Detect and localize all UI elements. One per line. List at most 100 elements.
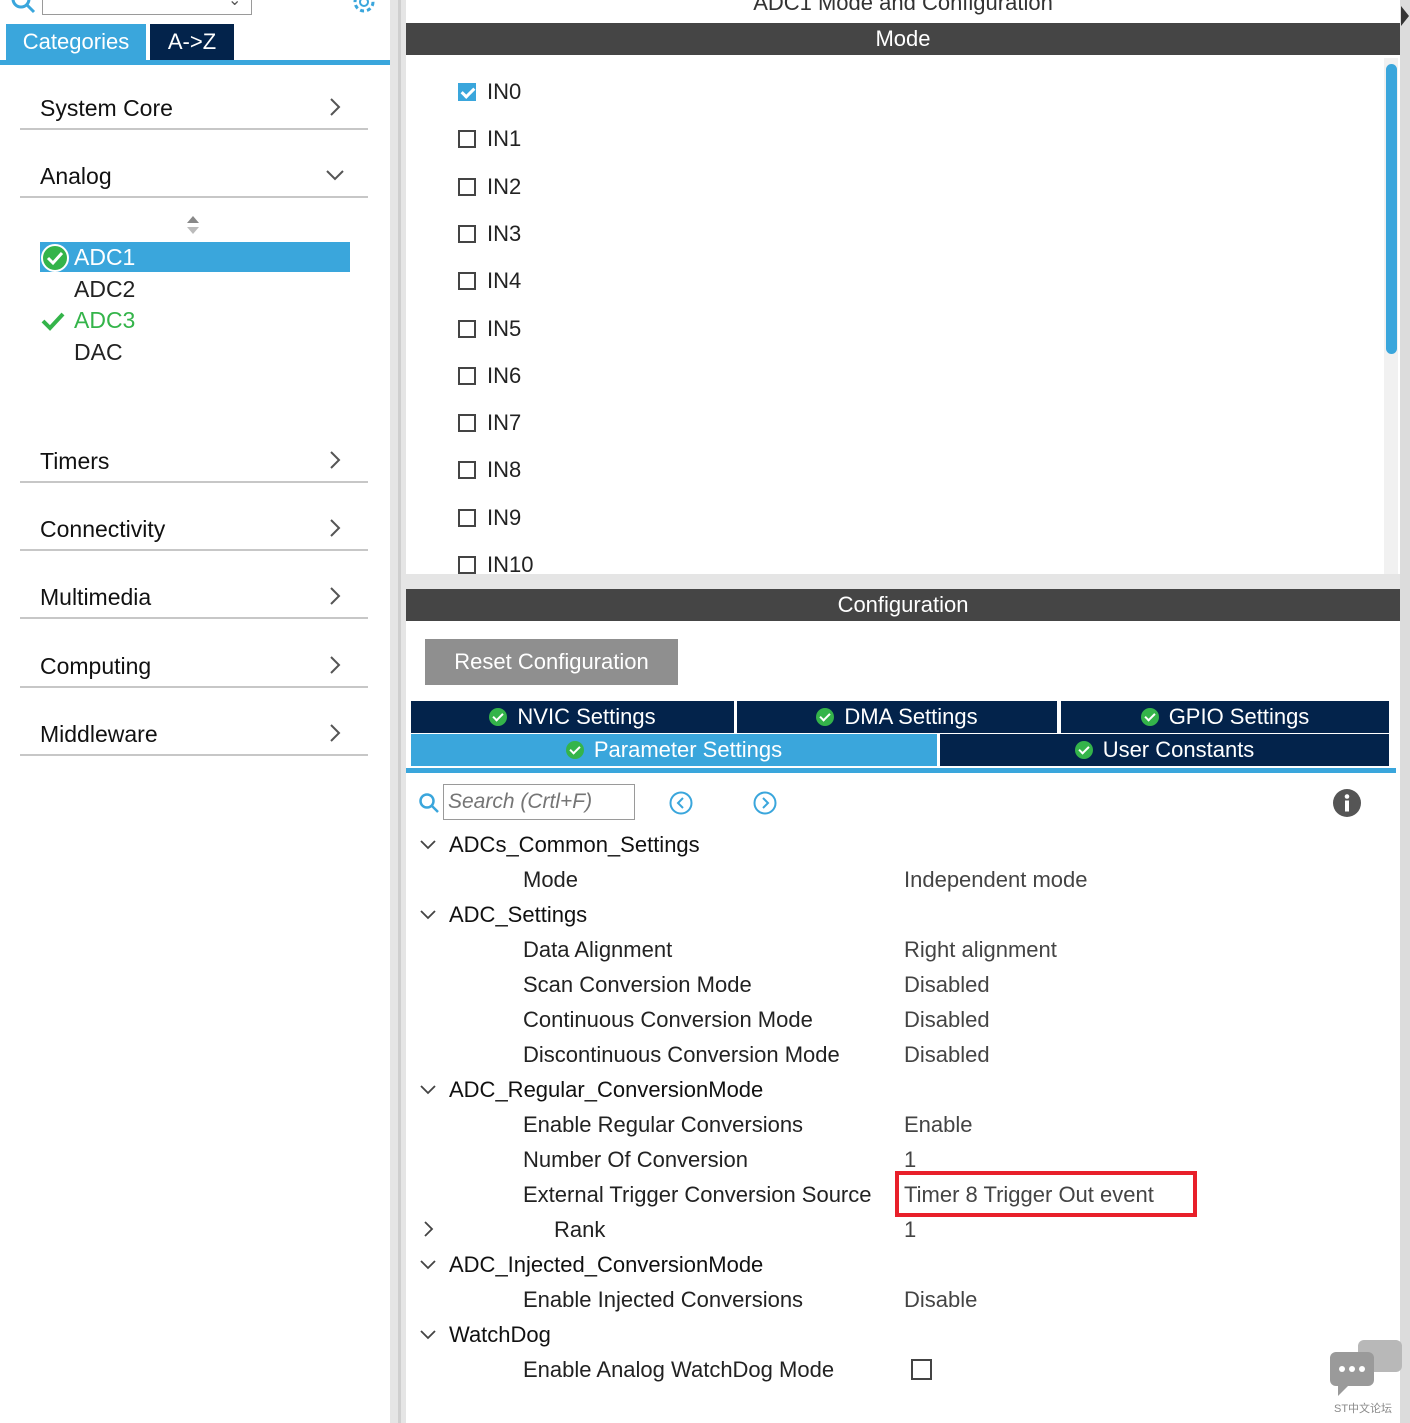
channel-checkbox[interactable] xyxy=(458,366,476,385)
param-value[interactable]: 1 xyxy=(904,1217,916,1243)
sort-icon[interactable] xyxy=(184,214,202,241)
category-search-input[interactable] xyxy=(42,0,252,15)
tab-label: NVIC Settings xyxy=(517,704,656,729)
param-row[interactable]: Enable Injected Conversions Disable xyxy=(406,1283,1396,1318)
category-middleware[interactable]: Middleware xyxy=(20,708,368,756)
gear-icon[interactable] xyxy=(350,0,378,21)
next-match-icon[interactable] xyxy=(752,790,778,821)
chevron-right-icon xyxy=(330,519,341,537)
category-analog[interactable]: Analog xyxy=(20,150,368,198)
param-value[interactable]: 1 xyxy=(904,1147,916,1173)
parameter-search-input[interactable] xyxy=(443,784,635,820)
category-multimedia[interactable]: Multimedia xyxy=(20,571,368,619)
category-connectivity[interactable]: Connectivity xyxy=(20,503,368,551)
check-icon xyxy=(40,310,66,337)
list-item-dac[interactable]: DAC xyxy=(74,337,123,367)
chevron-right-icon xyxy=(330,587,341,605)
category-timers[interactable]: Timers xyxy=(20,435,368,483)
mode-header: Mode xyxy=(406,23,1400,55)
channel-checkbox[interactable] xyxy=(458,508,476,527)
category-system-core[interactable]: System Core xyxy=(20,82,368,130)
channel-checkbox[interactable] xyxy=(458,224,476,243)
param-row[interactable]: Continuous Conversion Mode Disabled xyxy=(406,1003,1396,1038)
channel-checkbox[interactable] xyxy=(458,414,476,433)
expand-right-icon[interactable] xyxy=(1401,6,1409,26)
tree-group-adc-injected-conversionmode[interactable]: ADC_Injected_ConversionMode xyxy=(406,1248,1396,1283)
tab-nvic-settings[interactable]: NVIC Settings xyxy=(411,701,734,733)
tab-label: User Constants xyxy=(1102,737,1255,762)
list-item-adc2[interactable]: ADC2 xyxy=(74,274,135,304)
list-item-label[interactable]: ADC1 xyxy=(74,242,135,272)
channel-checkbox[interactable] xyxy=(458,272,476,291)
category-label: System Core xyxy=(40,95,173,121)
group-label: ADC_Regular_ConversionMode xyxy=(449,1077,764,1102)
param-row[interactable]: Discontinuous Conversion Mode Disabled xyxy=(406,1038,1396,1073)
channel-checkbox[interactable] xyxy=(458,130,476,149)
channel-label: IN2 xyxy=(487,173,522,199)
group-label: ADC_Settings xyxy=(449,902,588,927)
ok-check-icon xyxy=(565,741,584,759)
param-name: Rank xyxy=(554,1217,606,1242)
channel-checkbox[interactable] xyxy=(458,319,476,338)
channel-label: IN6 xyxy=(487,362,522,388)
channel-label: IN4 xyxy=(487,268,522,294)
tab-gpio-settings[interactable]: GPIO Settings xyxy=(1061,701,1389,733)
chevron-down-icon[interactable]: ⌄ xyxy=(228,0,241,10)
list-item-adc3[interactable]: ADC3 xyxy=(74,305,135,335)
tab-dma-settings[interactable]: DMA Settings xyxy=(737,701,1057,733)
category-computing[interactable]: Computing xyxy=(20,640,368,688)
search-icon[interactable] xyxy=(10,0,36,19)
splitter-line xyxy=(398,0,401,1423)
info-icon[interactable] xyxy=(1332,788,1362,823)
chevron-right-icon xyxy=(330,451,341,469)
param-row[interactable]: Scan Conversion Mode Disabled xyxy=(406,968,1396,1003)
tab-categories[interactable]: Categories xyxy=(6,24,146,60)
param-value[interactable]: Disabled xyxy=(904,1042,990,1068)
ok-check-icon xyxy=(1074,741,1093,759)
channel-label: IN7 xyxy=(487,410,522,436)
category-label: Connectivity xyxy=(40,516,166,542)
param-name: Enable Analog WatchDog Mode xyxy=(523,1357,835,1382)
tab-parameter-settings[interactable]: Parameter Settings xyxy=(411,734,937,766)
tab-user-constants[interactable]: User Constants xyxy=(940,734,1389,766)
previous-match-icon[interactable] xyxy=(668,790,694,821)
param-name: External Trigger Conversion Source xyxy=(523,1182,872,1207)
tab-a-to-z[interactable]: A->Z xyxy=(150,24,234,60)
channel-checkbox[interactable] xyxy=(458,556,476,574)
tree-group-adc-regular-conversionmode[interactable]: ADC_Regular_ConversionMode xyxy=(406,1073,1396,1108)
category-label: Multimedia xyxy=(40,584,152,610)
watermark-text: ST中文论坛 xyxy=(1334,1403,1393,1415)
param-value[interactable]: Disabled xyxy=(904,1007,990,1033)
tab-label: DMA Settings xyxy=(844,704,978,729)
tree-group-adcs-common-settings[interactable]: ADCs_Common_Settings xyxy=(406,828,1396,863)
watchdog-checkbox[interactable] xyxy=(911,1359,932,1380)
param-value[interactable]: Disable xyxy=(904,1287,977,1313)
tree-item-rank[interactable]: Rank 1 xyxy=(406,1213,1396,1248)
param-value[interactable]: Right alignment xyxy=(904,937,1057,963)
param-value[interactable]: Disabled xyxy=(904,972,990,998)
param-row[interactable]: Data Alignment Right alignment xyxy=(406,933,1396,968)
chevron-right-icon[interactable] xyxy=(418,1219,438,1239)
channel-checkbox[interactable] xyxy=(458,177,476,196)
reset-configuration-button[interactable]: Reset Configuration xyxy=(425,639,678,685)
param-row[interactable]: Enable Analog WatchDog Mode xyxy=(406,1353,1396,1388)
chevron-down-icon[interactable] xyxy=(418,834,438,854)
chevron-down-icon[interactable] xyxy=(418,1324,438,1344)
chevron-down-icon[interactable] xyxy=(418,904,438,924)
tree-group-adc-settings[interactable]: ADC_Settings xyxy=(406,898,1396,933)
tree-group-watchdog[interactable]: WatchDog xyxy=(406,1318,1396,1353)
chevron-down-icon[interactable] xyxy=(418,1079,438,1099)
channel-checkbox[interactable] xyxy=(458,83,476,101)
chevron-down-icon xyxy=(326,170,344,181)
channel-checkbox[interactable] xyxy=(458,461,476,480)
right-edge xyxy=(1400,0,1410,1423)
param-row[interactable]: Enable Regular Conversions Enable xyxy=(406,1108,1396,1143)
ok-check-icon xyxy=(1140,708,1159,726)
chevron-right-icon xyxy=(330,656,341,674)
mode-scrollbar-thumb[interactable] xyxy=(1386,64,1397,354)
category-label: Middleware xyxy=(40,721,158,747)
param-value[interactable]: Independent mode xyxy=(904,867,1088,893)
chevron-down-icon[interactable] xyxy=(418,1254,438,1274)
param-row[interactable]: Mode Independent mode xyxy=(406,863,1396,898)
param-value[interactable]: Enable xyxy=(904,1112,973,1138)
